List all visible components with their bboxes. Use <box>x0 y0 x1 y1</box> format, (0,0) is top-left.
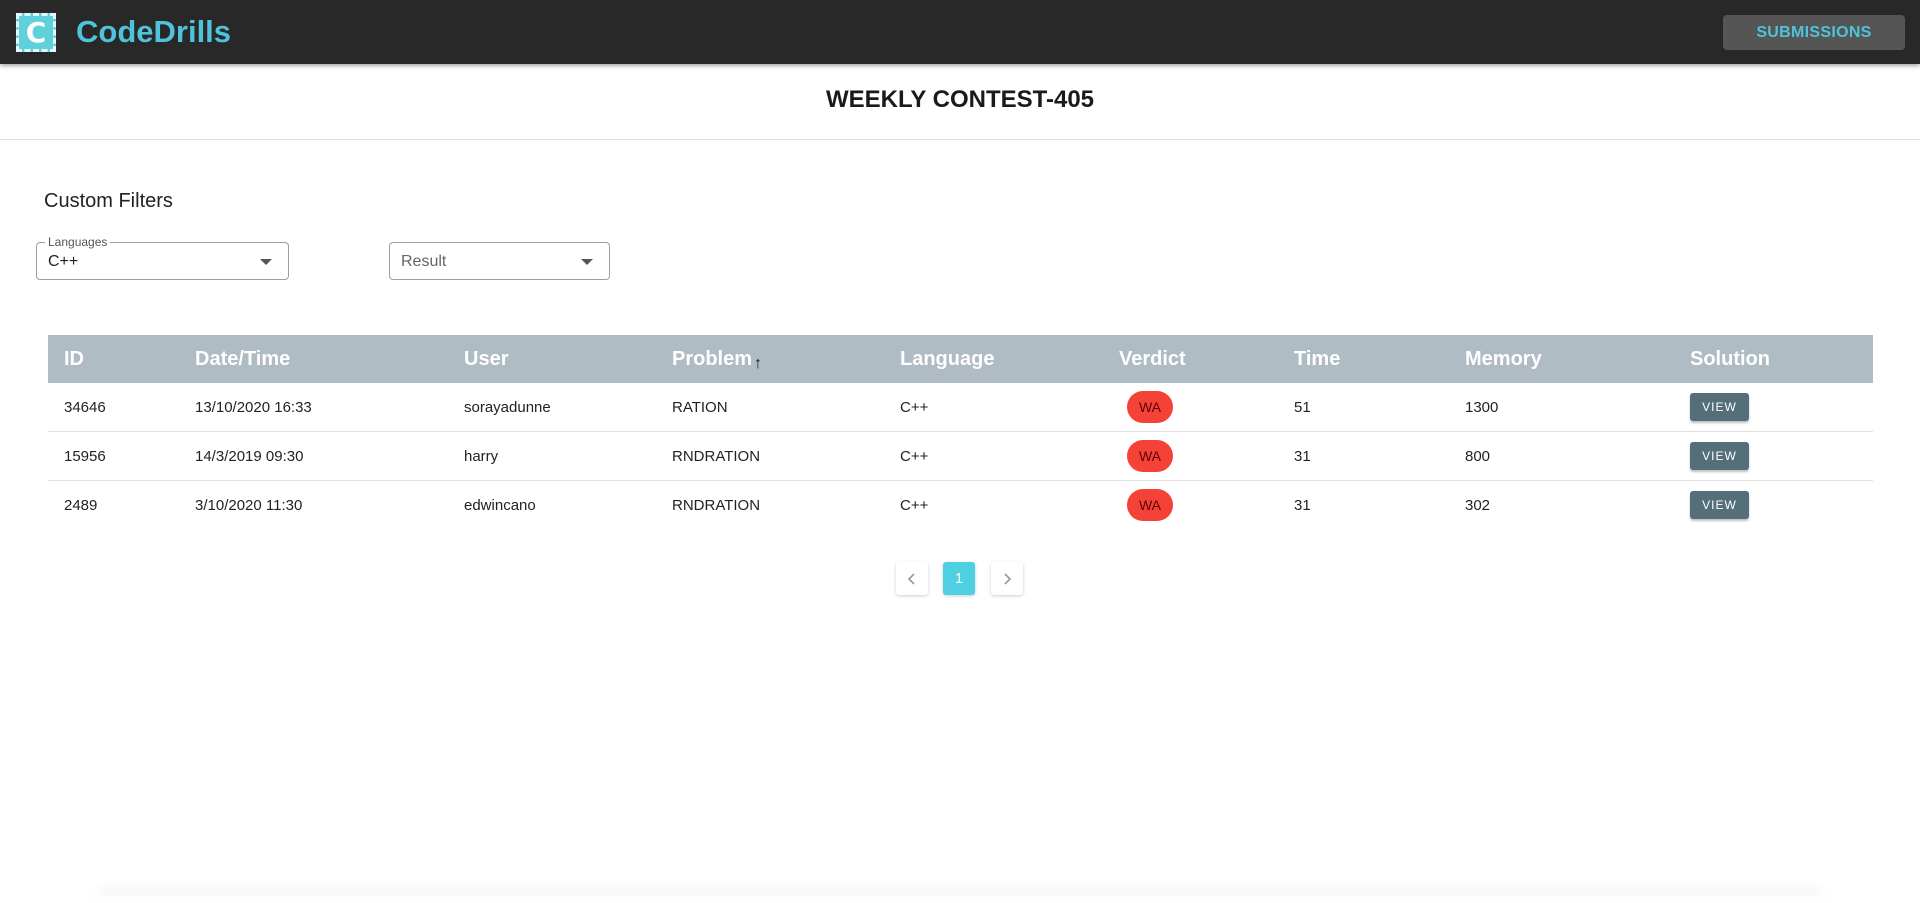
cell-time: 51 <box>1294 399 1311 416</box>
view-button[interactable]: VIEW <box>1690 393 1749 421</box>
languages-label: Languages <box>45 235 111 249</box>
cell-id: 34646 <box>64 399 106 416</box>
cell-user[interactable]: harry <box>464 448 498 465</box>
header-user[interactable]: User <box>464 348 508 371</box>
table-row: 2489 3/10/2020 11:30 edwincano RNDRATION… <box>48 481 1873 530</box>
page-button-1[interactable]: 1 <box>943 562 975 595</box>
verdict-badge: WA <box>1127 440 1173 472</box>
cell-memory: 302 <box>1465 497 1491 514</box>
header-solution[interactable]: Solution <box>1690 348 1770 371</box>
cell-problem[interactable]: RNDRATION <box>672 497 760 514</box>
header-memory[interactable]: Memory <box>1465 348 1542 371</box>
pagination: 1 <box>896 562 1026 595</box>
logo-letter: C <box>25 15 47 49</box>
cell-problem[interactable]: RATION <box>672 399 728 416</box>
chevron-right-icon <box>1004 572 1012 585</box>
cell-id: 2489 <box>64 497 98 514</box>
cell-language: C++ <box>900 399 929 416</box>
prev-page-button[interactable] <box>896 562 928 595</box>
brand-name[interactable]: CodeDrills <box>76 14 231 50</box>
languages-value: C++ <box>48 253 79 270</box>
app-bar: C CodeDrills SUBMISSIONS <box>0 0 1920 64</box>
cell-time: 31 <box>1294 448 1311 465</box>
logo-icon[interactable]: C <box>16 13 56 52</box>
dropdown-arrow-icon <box>581 259 593 265</box>
cell-id: 15956 <box>64 448 106 465</box>
verdict-badge: WA <box>1127 489 1173 521</box>
cell-datetime: 14/3/2019 09:30 <box>195 448 304 465</box>
result-select[interactable]: Result <box>389 242 610 280</box>
languages-select[interactable]: Languages C++ <box>36 235 289 280</box>
result-placeholder: Result <box>401 253 447 270</box>
cell-language: C++ <box>900 448 929 465</box>
chevron-left-icon <box>907 572 915 585</box>
submissions-table: ID Date/Time User Problem ↑ Language Verd… <box>48 335 1873 530</box>
header-id[interactable]: ID <box>64 348 84 371</box>
table-row: 34646 13/10/2020 16:33 sorayadunne RATIO… <box>48 383 1873 432</box>
header-problem[interactable]: Problem ↑ <box>672 348 762 373</box>
footer-shadow <box>100 896 1820 903</box>
table-header: ID Date/Time User Problem ↑ Language Verd… <box>48 335 1873 383</box>
cell-time: 31 <box>1294 497 1311 514</box>
view-button[interactable]: VIEW <box>1690 491 1749 519</box>
header-language[interactable]: Language <box>900 348 994 371</box>
dropdown-arrow-icon <box>260 259 272 265</box>
next-page-button[interactable] <box>991 562 1023 595</box>
submissions-button[interactable]: SUBMISSIONS <box>1723 15 1905 50</box>
header-datetime[interactable]: Date/Time <box>195 348 290 371</box>
page-title: WEEKLY CONTEST-405 <box>825 86 1095 113</box>
cell-problem[interactable]: RNDRATION <box>672 448 760 465</box>
cell-language: C++ <box>900 497 929 514</box>
header-problem-label: Problem <box>672 348 753 370</box>
filters-heading: Custom Filters <box>44 190 173 212</box>
cell-user[interactable]: sorayadunne <box>464 399 551 416</box>
sort-ascending-icon: ↑ <box>754 355 763 372</box>
title-divider <box>0 139 1920 140</box>
verdict-badge: WA <box>1127 391 1173 423</box>
header-verdict[interactable]: Verdict <box>1119 348 1186 371</box>
cell-memory: 800 <box>1465 448 1491 465</box>
cell-memory: 1300 <box>1465 399 1499 416</box>
view-button[interactable]: VIEW <box>1690 442 1749 470</box>
cell-datetime: 13/10/2020 16:33 <box>195 399 312 416</box>
table-row: 15956 14/3/2019 09:30 harry RNDRATION C+… <box>48 432 1873 481</box>
header-time[interactable]: Time <box>1294 348 1340 371</box>
cell-datetime: 3/10/2020 11:30 <box>195 497 303 514</box>
cell-user[interactable]: edwincano <box>464 497 536 514</box>
